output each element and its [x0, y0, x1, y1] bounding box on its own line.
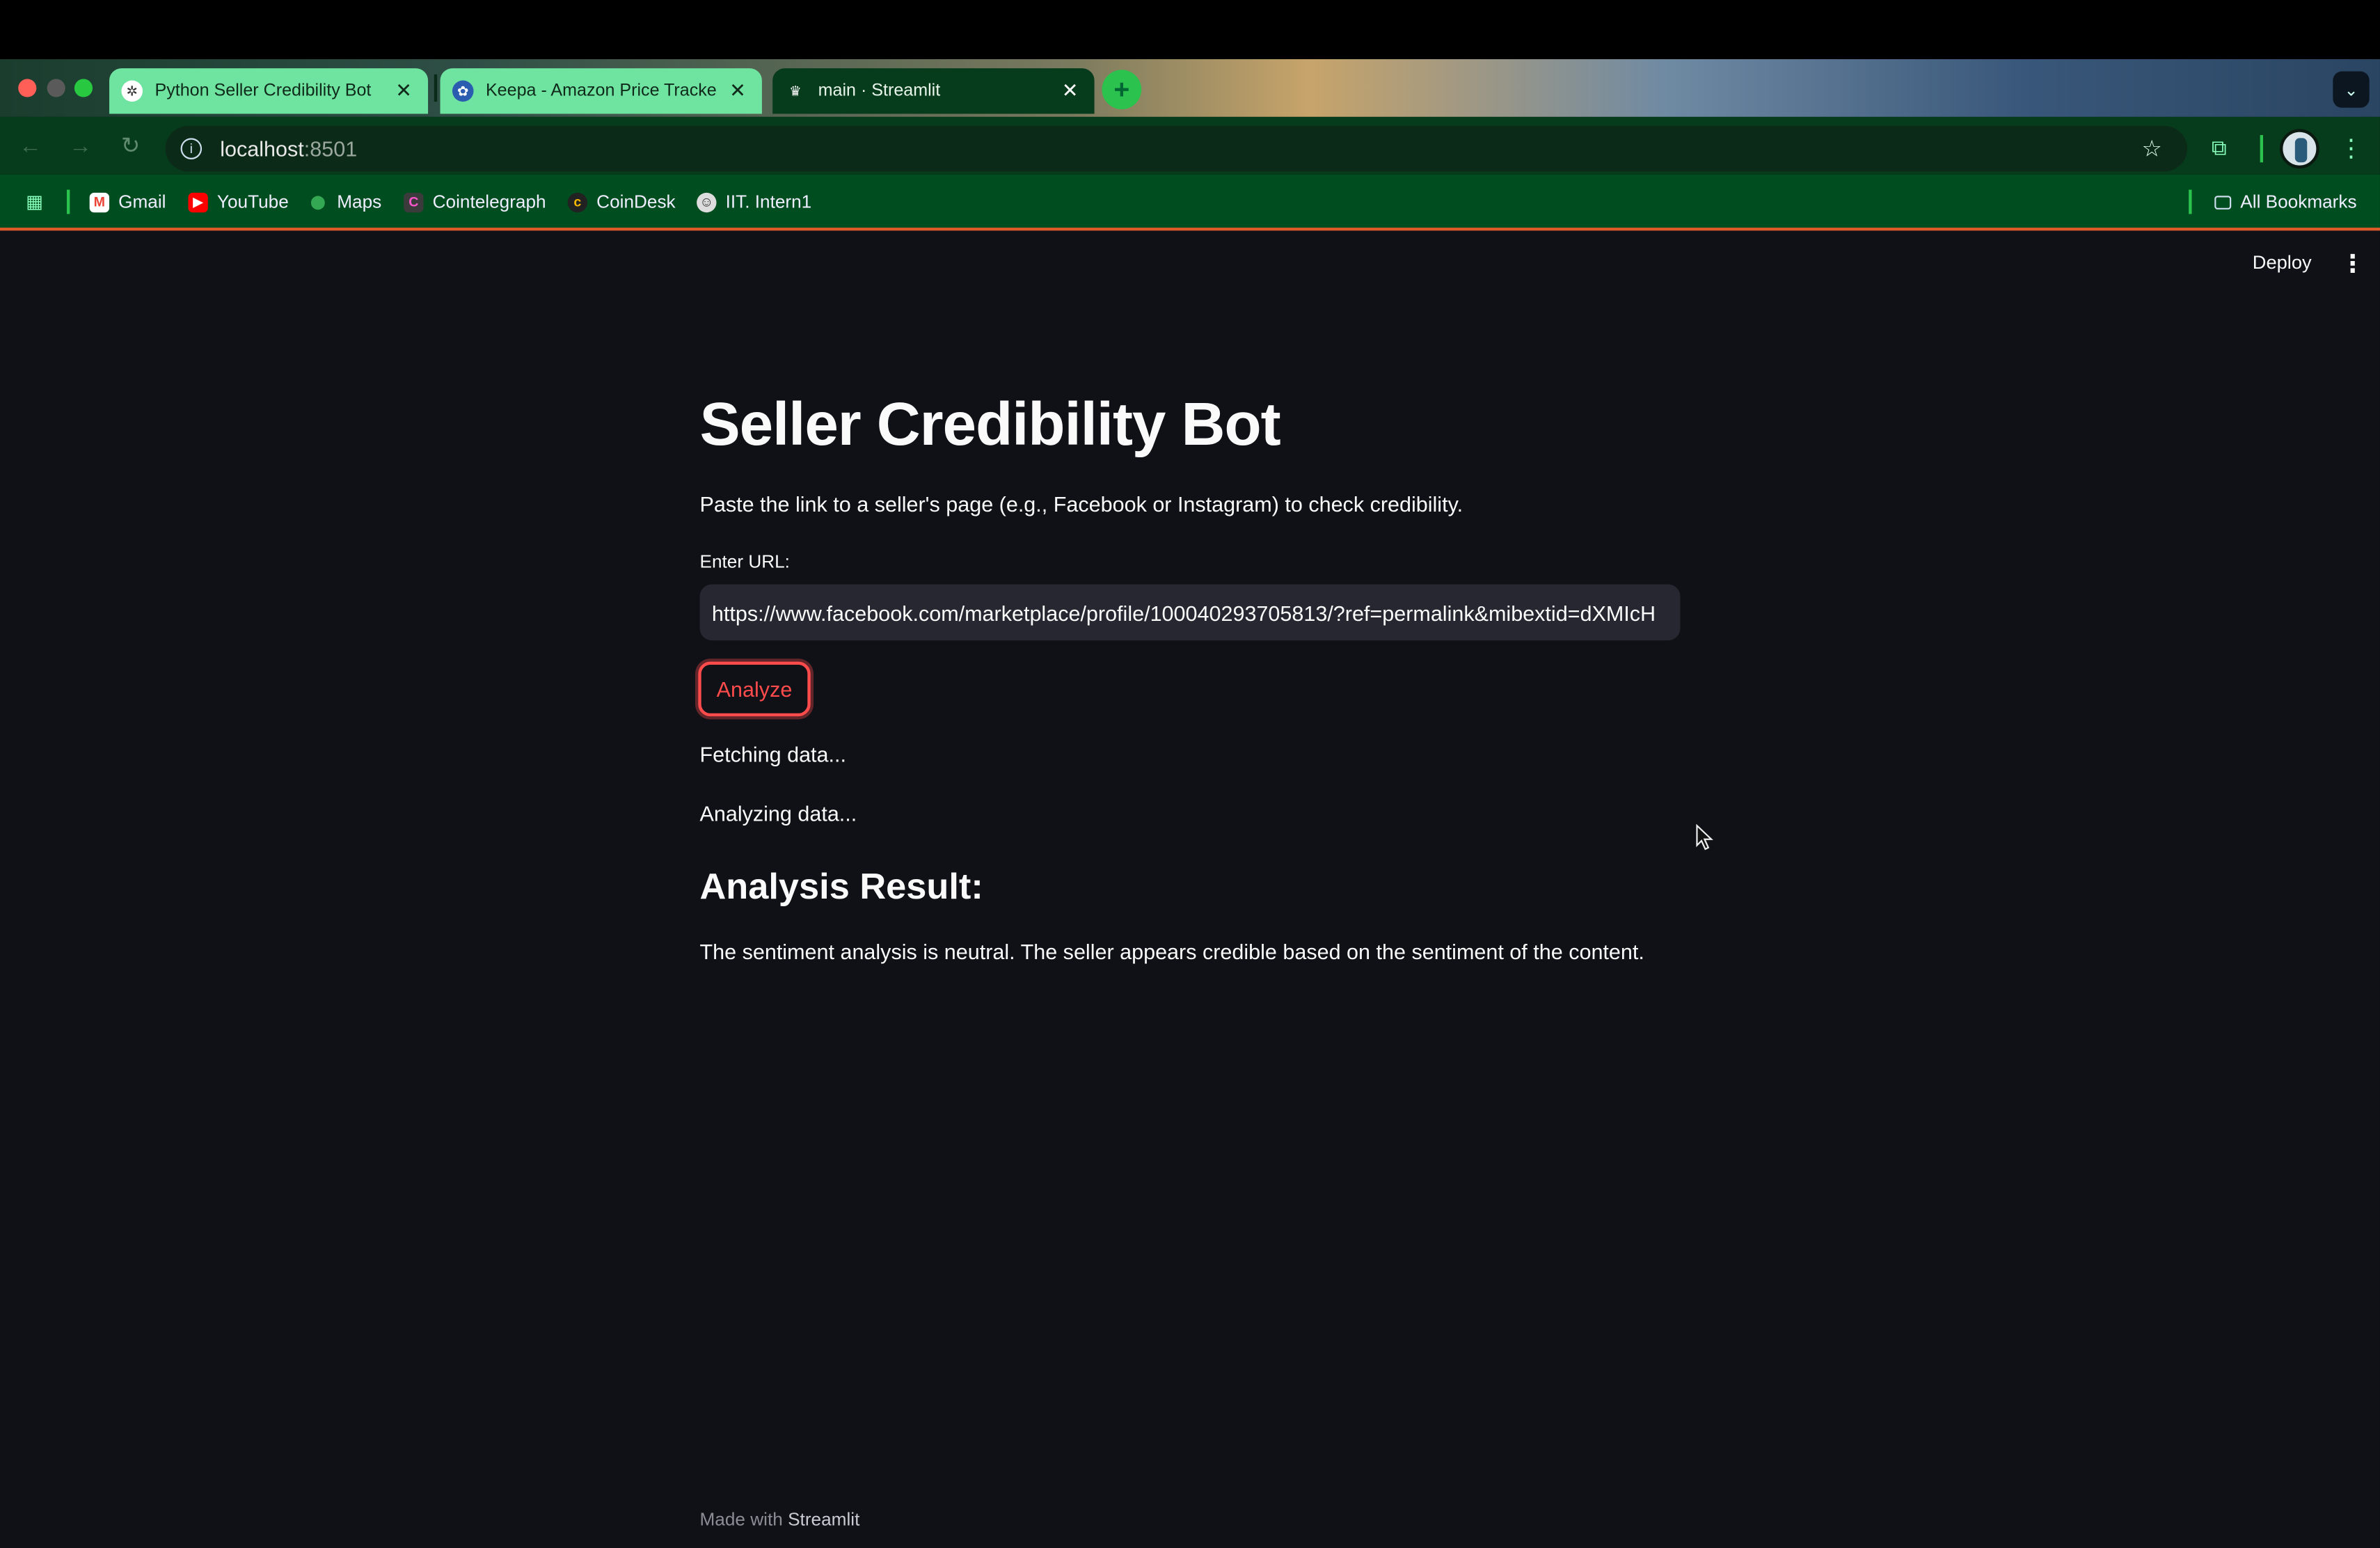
reload-icon[interactable]: ↻ [117, 132, 144, 159]
maximize-window-button[interactable] [74, 79, 93, 97]
close-tab-icon[interactable]: ✕ [392, 79, 416, 103]
footer: Made with Streamlit [699, 1508, 859, 1530]
openai-icon: ✲ [121, 80, 143, 102]
tab-python-seller-credibility-bot[interactable]: ✲ Python Seller Credibility Bot ✕ [109, 68, 429, 114]
bookmark-label: Maps [337, 191, 382, 213]
browser-menu-icon[interactable]: ⋮ [2339, 134, 2363, 164]
bookmark-label: Gmail [118, 191, 166, 213]
mouse-cursor-icon [1696, 823, 1713, 851]
toolbar-divider [2260, 135, 2264, 163]
bookmark-gmail[interactable]: M Gmail [89, 191, 166, 213]
close-tab-icon[interactable]: ✕ [1058, 79, 1082, 103]
cointelegraph-icon: C [404, 191, 424, 212]
youtube-icon: ▶ [188, 191, 208, 212]
tab-title: Python Seller Credibility Bot [154, 81, 372, 100]
all-bookmarks-button[interactable]: All Bookmarks [2214, 191, 2357, 213]
close-window-button[interactable] [18, 79, 37, 97]
bookmark-maps[interactable]: ⬤ Maps [308, 191, 381, 213]
status-analyzing: Analyzing data... [699, 801, 857, 826]
site-info-icon[interactable]: i [180, 138, 203, 159]
maps-icon: ⬤ [310, 194, 326, 209]
url-input[interactable]: https://www.facebook.com/marketplace/pro… [699, 584, 1681, 641]
bookmark-youtube[interactable]: ▶ YouTube [188, 191, 289, 213]
close-tab-icon[interactable]: ✕ [726, 79, 750, 103]
analyze-button[interactable]: Analyze [698, 661, 811, 717]
bookmark-label: CoinDesk [596, 191, 676, 213]
status-fetching: Fetching data... [699, 742, 846, 767]
tab-title: Keepa - Amazon Price Tracke [485, 81, 717, 100]
result-text: The sentiment analysis is neutral. The s… [699, 939, 1644, 964]
minimize-window-button[interactable] [47, 79, 65, 97]
intern-icon: ☺ [697, 191, 717, 212]
bookmark-label: YouTube [216, 191, 289, 213]
profile-avatar[interactable] [2280, 129, 2319, 169]
bookmark-cointelegraph[interactable]: C Cointelegraph [404, 191, 546, 213]
url-field-label: Enter URL: [699, 551, 790, 573]
new-tab-button[interactable]: + [1102, 70, 1142, 109]
bookmark-label: IIT. Intern1 [725, 191, 812, 213]
tab-search-button[interactable]: ⌄ [2333, 71, 2370, 108]
bookmark-coindesk[interactable]: c CoinDesk [567, 191, 676, 213]
screen-top-bar [0, 0, 2380, 60]
bookmark-label: Cointelegraph [432, 191, 546, 213]
url-port: :8501 [303, 136, 358, 161]
bookmarks-divider [66, 189, 70, 214]
page-title: Seller Credibility Bot [699, 391, 1280, 459]
all-bookmarks-label: All Bookmarks [2240, 191, 2357, 213]
bookmark-star-icon[interactable]: ☆ [2142, 135, 2162, 162]
footer-made-with: Made with [699, 1508, 783, 1530]
extensions-puzzle-icon[interactable]: ⧉ [2212, 135, 2227, 161]
apps-grid-icon[interactable]: ▦ [26, 191, 43, 213]
app-menu-icon[interactable]: ⋮ [2340, 249, 2365, 280]
deploy-button[interactable]: Deploy [2253, 252, 2312, 274]
footer-streamlit-link[interactable]: Streamlit [788, 1508, 859, 1530]
result-heading: Analysis Result: [699, 867, 983, 908]
tab-title: main · Streamlit [818, 81, 941, 100]
streamlit-crown-icon: ♛ [789, 82, 802, 98]
forward-arrow-icon[interactable]: → [67, 132, 94, 159]
keepa-icon: ✿ [452, 80, 474, 102]
page-description: Paste the link to a seller's page (e.g.,… [699, 491, 1463, 516]
tab-divider [434, 74, 438, 102]
coindesk-icon: c [567, 191, 588, 212]
bookmark-iit-intern1[interactable]: ☺ IIT. Intern1 [697, 191, 812, 213]
back-arrow-icon[interactable]: ← [17, 132, 44, 159]
url-host: localhost [220, 136, 304, 161]
bookmarks-divider [2189, 189, 2192, 214]
gmail-icon: M [89, 191, 110, 212]
address-bar[interactable]: i localhost:8501 [165, 125, 2187, 172]
tab-keepa[interactable]: ✿ Keepa - Amazon Price Tracke ✕ [440, 68, 762, 114]
tab-main-streamlit[interactable]: ♛ main · Streamlit ✕ [772, 68, 1095, 114]
folder-icon [2214, 195, 2232, 209]
